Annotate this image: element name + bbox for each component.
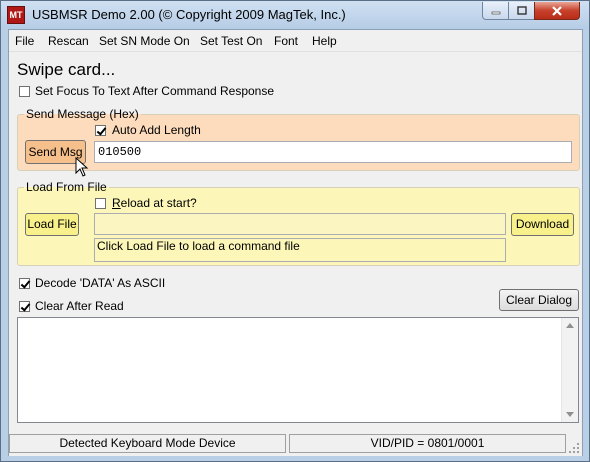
menu-font[interactable]: Font [274,34,298,48]
set-focus-label: Set Focus To Text After Command Response [35,84,275,98]
reload-at-start-checkbox[interactable] [95,198,106,209]
status-vid-pid: VID/PID = 0801/0001 [289,434,566,453]
scroll-down-arrow-icon[interactable] [566,412,574,417]
close-icon [552,6,562,16]
auto-add-length-label: Auto Add Length [112,123,201,137]
load-from-file-group: Load From File Reload at start? Load Fil… [17,180,580,266]
download-button[interactable]: Download [511,213,574,236]
clear-after-read-checkbox[interactable] [19,301,30,312]
menu-bar: File Rescan Set SN Mode On Set Test On F… [9,30,582,52]
clear-after-read-label: Clear After Read [35,299,124,313]
vertical-scrollbar[interactable] [561,318,578,422]
send-message-group: Send Message (Hex) Auto Add Length Send … [17,107,580,177]
close-button[interactable] [534,2,580,20]
client-area: File Rescan Set SN Mode On Set Test On F… [8,29,583,456]
status-bar: Detected Keyboard Mode Device VID/PID = … [9,432,582,456]
menu-help[interactable]: Help [312,34,337,48]
maximize-button[interactable] [508,2,535,20]
minimize-icon [491,11,500,15]
decode-ascii-checkbox[interactable] [19,278,30,289]
file-path-input[interactable] [94,213,506,235]
status-device-mode: Detected Keyboard Mode Device [9,434,286,453]
swipe-card-prompt: Swipe card... [17,60,116,79]
maximize-icon [516,6,527,15]
title-bar[interactable]: MT USBMSR Demo 2.00 (© Copyright 2009 Ma… [1,1,589,29]
menu-rescan[interactable]: Rescan [48,34,89,48]
window-title: USBMSR Demo 2.00 (© Copyright 2009 MagTe… [32,7,346,22]
load-file-button[interactable]: Load File [25,213,79,236]
decode-ascii-label: Decode 'DATA' As ASCII [35,276,166,290]
hex-message-input[interactable]: 010500 [94,141,572,163]
load-file-hint: Click Load File to load a command file [94,238,506,262]
set-focus-checkbox[interactable] [19,86,30,97]
menu-set-test-on[interactable]: Set Test On [200,34,262,48]
minimize-button[interactable] [482,2,509,20]
menu-set-sn-mode-on[interactable]: Set SN Mode On [99,34,190,48]
send-message-group-title: Send Message (Hex) [24,107,141,121]
mouse-cursor-icon [75,157,89,177]
menu-file[interactable]: File [15,34,34,48]
app-window: MT USBMSR Demo 2.00 (© Copyright 2009 Ma… [0,0,590,462]
magtek-app-icon[interactable]: MT [7,6,25,24]
output-text-area[interactable] [17,317,579,423]
scroll-up-arrow-icon[interactable] [566,323,574,328]
load-from-file-group-title: Load From File [24,180,109,194]
reload-at-start-label: Reload at start? [112,196,197,210]
clear-dialog-button[interactable]: Clear Dialog [499,289,579,311]
resize-grip-icon[interactable] [569,443,580,454]
auto-add-length-checkbox[interactable] [95,125,106,136]
